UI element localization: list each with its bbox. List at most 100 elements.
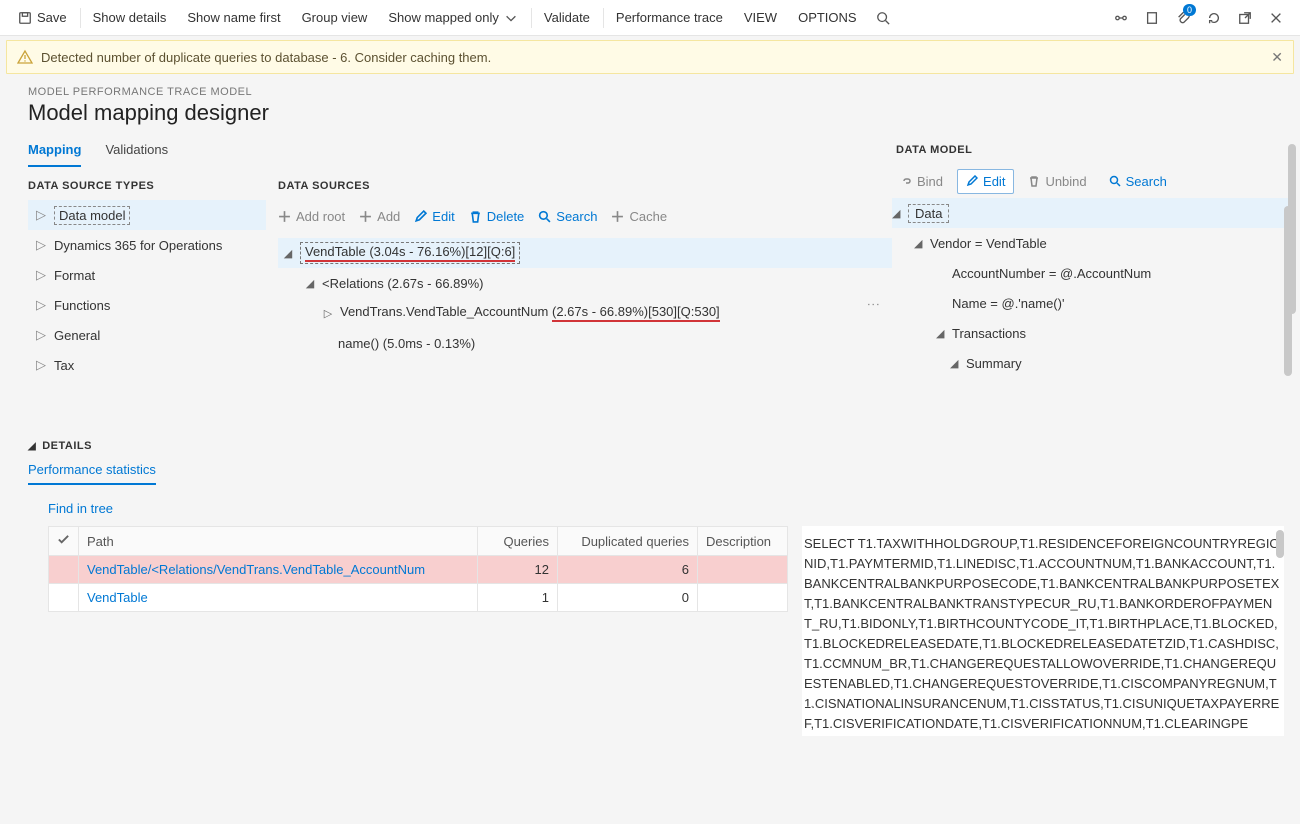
performance-trace-button[interactable]: Performance trace [606,0,734,35]
details-tabs: Performance statistics [28,462,1272,485]
tree-node-label: VendTable (3.04s - 76.16%)[12][Q:6] [300,242,520,264]
type-item-functions[interactable]: ▷Functions [28,290,266,320]
close-button[interactable] [1261,0,1292,35]
office-icon-button[interactable] [1137,0,1168,35]
tab-mapping[interactable]: Mapping [28,142,81,167]
data-model-toolbar: Bind Edit Unbind Search [892,164,1292,198]
col-queries[interactable]: Queries [478,527,558,556]
dm-row-data[interactable]: ◢ Data [892,198,1292,228]
validate-label: Validate [544,10,590,25]
show-details-button[interactable]: Show details [83,0,178,35]
search-icon [538,210,551,223]
edit-button[interactable]: Edit [957,169,1014,194]
pencil-icon [414,210,427,223]
edit-button[interactable]: Edit [414,209,454,224]
check-icon [57,533,70,546]
caret-down-icon[interactable]: ◢ [914,237,924,250]
dm-row-transactions[interactable]: ◢Transactions [892,318,1292,348]
dm-row-summary[interactable]: ◢Summary [892,348,1292,378]
row-check[interactable] [49,556,79,584]
search-button[interactable]: Search [538,209,597,224]
connector-icon-button[interactable] [1106,0,1137,35]
close-icon [1269,11,1283,25]
caret-down-icon[interactable]: ◢ [892,207,902,220]
connector-icon [1114,11,1128,25]
type-item-general[interactable]: ▷General [28,320,266,350]
dm-row-account[interactable]: AccountNumber = @.AccountNum [892,258,1292,288]
row-check[interactable] [49,584,79,612]
col-duplicated-queries[interactable]: Duplicated queries [558,527,698,556]
type-label: Format [54,268,95,283]
caret-right-icon: ▷ [36,357,46,373]
details-header-row[interactable]: ◢ DETAILS [28,440,1272,452]
warning-text: Detected number of duplicate queries to … [41,50,491,65]
options-button[interactable]: OPTIONS [788,0,868,35]
tab-validations[interactable]: Validations [105,142,168,167]
tab-performance-statistics[interactable]: Performance statistics [28,462,156,485]
type-item-dynamics[interactable]: ▷Dynamics 365 for Operations [28,230,266,260]
bind-button[interactable]: Bind [892,170,951,193]
group-view-button[interactable]: Group view [292,0,379,35]
show-mapped-only-dropdown[interactable]: Show mapped only [378,0,529,35]
bind-label: Bind [917,174,943,189]
save-button[interactable]: Save [8,0,78,35]
view-button[interactable]: VIEW [734,0,788,35]
sql-text: SELECT T1.TAXWITHHOLDGROUP,T1.RESIDENCEF… [804,534,1280,734]
find-in-tree-link[interactable]: Find in tree [48,501,113,516]
type-item-data-model[interactable]: ▷ Data model [28,200,266,230]
cache-button[interactable]: Cache [611,209,667,224]
caret-down-icon[interactable]: ◢ [950,357,960,370]
dm-node-label: Data [908,204,949,223]
caret-right-icon: ▷ [36,327,46,343]
type-item-format[interactable]: ▷Format [28,260,266,290]
table-row[interactable]: VendTable/<Relations/VendTrans.VendTable… [49,556,788,584]
dm-row-vendor[interactable]: ◢Vendor = VendTable [892,228,1292,258]
page-title: Model mapping designer [28,100,1272,126]
cache-label: Cache [629,209,667,224]
dm-row-name[interactable]: Name = @.'name()' [892,288,1292,318]
path-link[interactable]: VendTable [87,590,148,605]
col-check[interactable] [49,527,79,556]
resize-handle[interactable]: ⋮ [805,700,820,715]
search-button[interactable] [868,0,899,35]
delete-button[interactable]: Delete [469,209,525,224]
details-header: DETAILS [42,440,92,452]
options-label: OPTIONS [798,10,857,25]
path-link[interactable]: VendTable/<Relations/VendTrans.VendTable… [87,562,425,577]
statistics-table-wrap: Path Queries Duplicated queries Descript… [48,526,788,612]
type-label: Tax [54,358,74,373]
warning-bar: Detected number of duplicate queries to … [6,40,1294,74]
popout-button[interactable] [1230,0,1261,35]
tree-node-label: VendTrans.VendTable_AccountNum (2.67s - … [340,304,720,322]
type-label: Dynamics 365 for Operations [54,238,222,253]
refresh-button[interactable] [1199,0,1230,35]
unbind-button[interactable]: Unbind [1020,170,1094,193]
resize-handle[interactable]: ⋮ [866,298,881,313]
warning-close-button[interactable]: ✕ [1271,49,1283,66]
add-root-button[interactable]: Add root [278,209,345,224]
attachments-button[interactable]: 0 [1168,0,1199,35]
caret-down-icon: ◢ [28,441,36,452]
toolbar-divider [531,8,532,28]
search-icon [876,11,890,25]
bottom-split: Path Queries Duplicated queries Descript… [0,526,1300,736]
col-path[interactable]: Path [79,527,478,556]
col-description[interactable]: Description [698,527,788,556]
caret-right-icon[interactable]: ▷ [322,307,334,320]
table-row[interactable]: VendTable 1 0 [49,584,788,612]
edit-label: Edit [983,174,1005,189]
caret-down-icon[interactable]: ◢ [282,247,294,260]
data-source-types-header: DATA SOURCE TYPES [28,180,266,192]
scrollbar[interactable] [1276,530,1284,558]
validate-button[interactable]: Validate [534,0,601,35]
caret-down-icon[interactable]: ◢ [304,277,316,290]
search-button[interactable]: Search [1101,170,1175,193]
outer-scrollbar[interactable] [1288,144,1296,314]
add-button[interactable]: Add [359,209,400,224]
show-name-first-button[interactable]: Show name first [177,0,291,35]
type-item-tax[interactable]: ▷ Tax [28,350,266,380]
vendtrans-stats: (2.67s - 66.89%)[530][Q:530] [552,304,720,322]
search-icon [1109,175,1121,187]
caret-down-icon[interactable]: ◢ [936,327,946,340]
data-model-header: DATA MODEL [892,144,1292,156]
